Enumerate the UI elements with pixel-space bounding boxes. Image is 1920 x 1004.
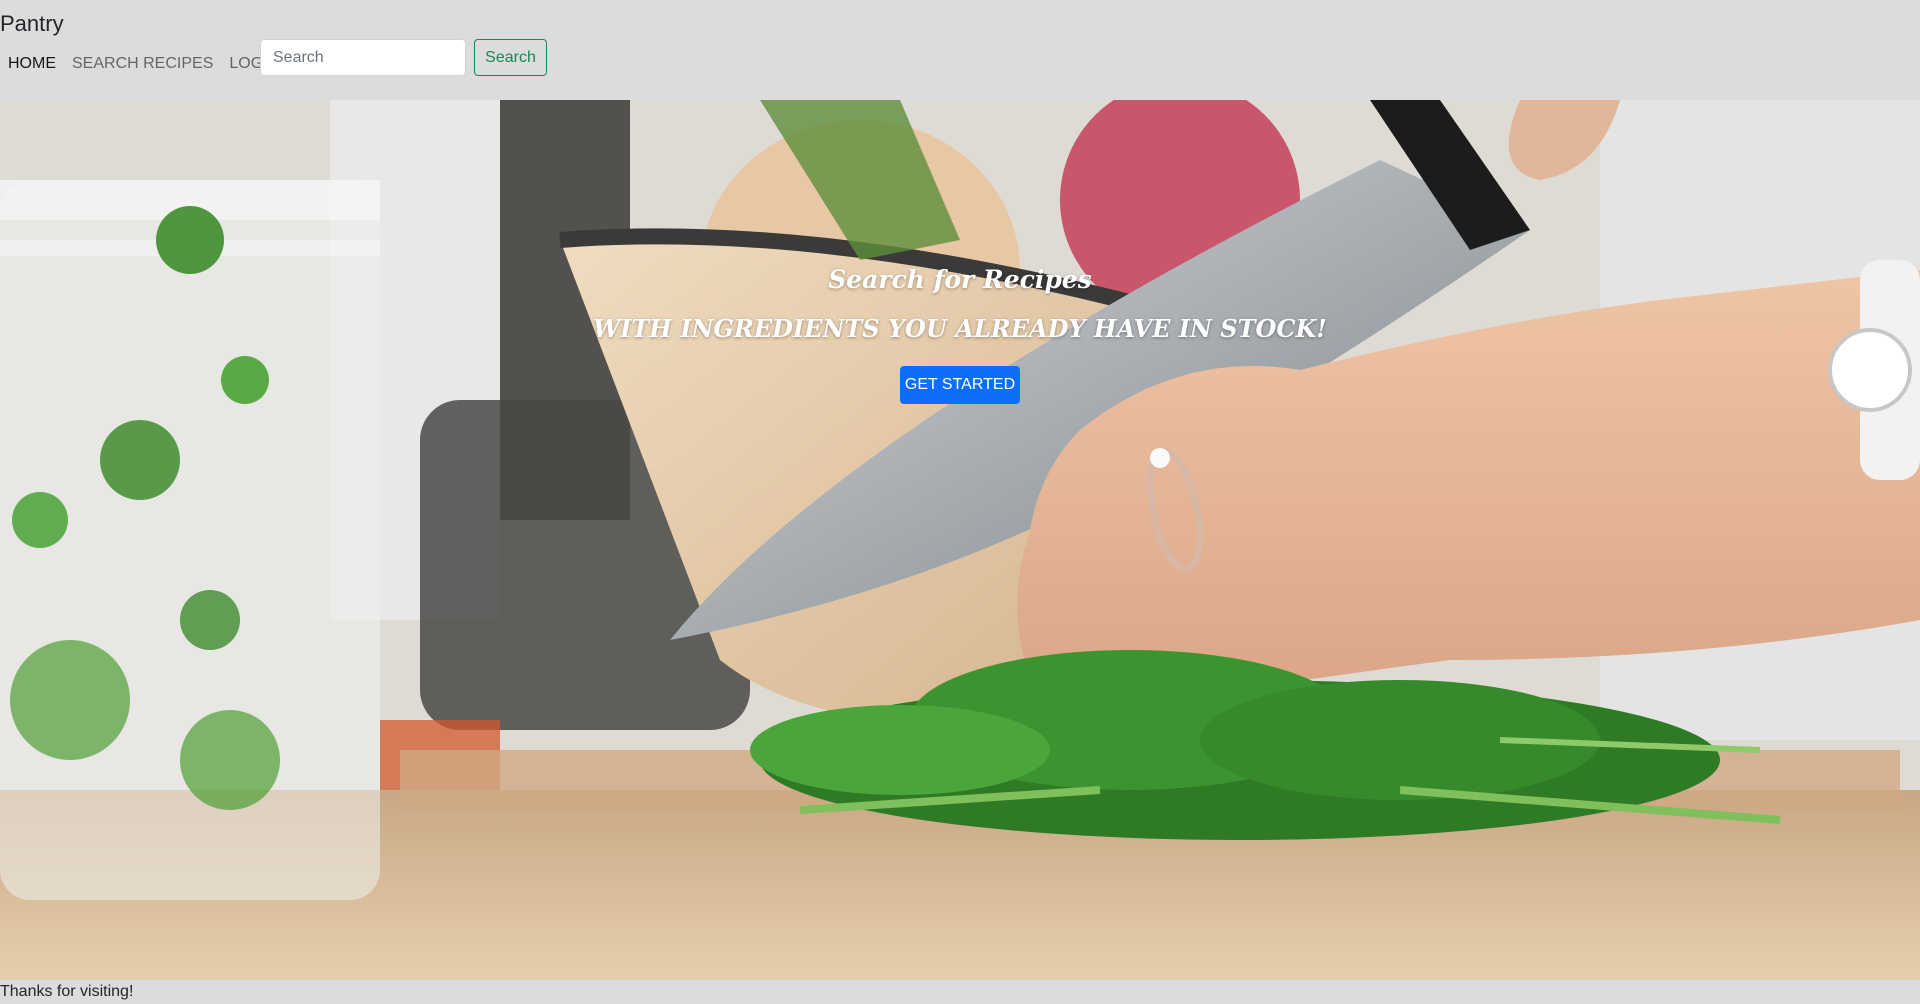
hero-text: Search for Recipes WITH INGREDIENTS YOU … xyxy=(0,100,1920,980)
search-button[interactable]: Search xyxy=(474,39,547,76)
footer-text: Thanks for visiting! xyxy=(0,983,134,1000)
hero-title: Search for Recipes xyxy=(828,265,1092,294)
hero-section: Search for Recipes WITH INGREDIENTS YOU … xyxy=(0,100,1920,980)
footer: Thanks for visiting! xyxy=(0,980,1920,1004)
navbar: Pantry HOME SEARCH RECIPES LOGIN Search xyxy=(0,0,1920,100)
nav-link-search-recipes[interactable]: SEARCH RECIPES xyxy=(72,52,213,76)
search-input[interactable] xyxy=(260,39,466,76)
nav-links: HOME SEARCH RECIPES LOGIN xyxy=(8,52,295,76)
brand-logo[interactable]: Pantry xyxy=(0,10,64,38)
hero-subtitle: WITH INGREDIENTS YOU ALREADY HAVE IN STO… xyxy=(593,314,1327,343)
nav-link-home[interactable]: HOME xyxy=(8,52,56,76)
get-started-button[interactable]: GET STARTED xyxy=(900,366,1020,404)
